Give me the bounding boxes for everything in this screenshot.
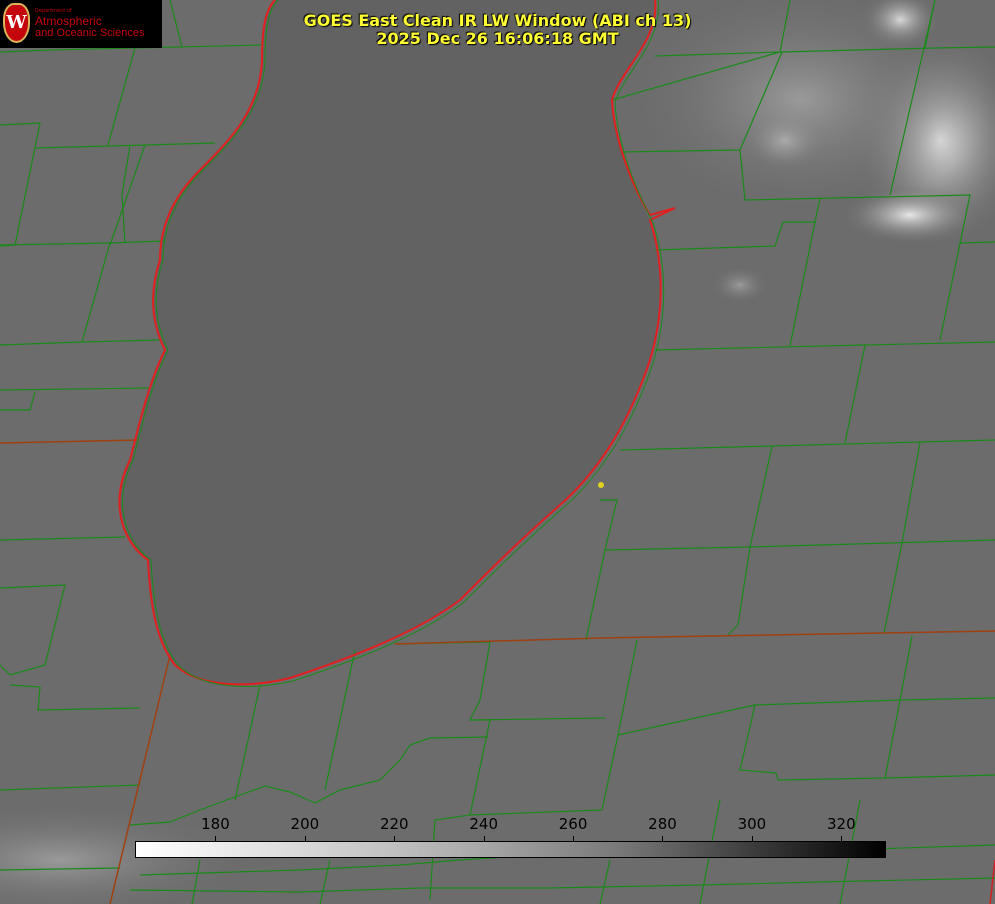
colorbar-tick-mark: [573, 836, 575, 841]
satellite-map: [0, 0, 995, 904]
colorbar-tick-label: 280: [648, 815, 677, 833]
colorbar-tick-label: 180: [201, 815, 230, 833]
image-title: GOES East Clean IR LW Window (ABI ch 13): [303, 11, 692, 30]
colorbar-tick-label: 320: [826, 815, 856, 833]
colorbar-tick-mark: [751, 836, 753, 841]
colorbar-tick-label: 220: [379, 815, 409, 833]
colorbar-tick-mark: [662, 836, 664, 841]
colorbar-tick-mark: [394, 836, 396, 841]
location-marker: [598, 482, 604, 488]
colorbar-tick-mark: [215, 836, 217, 841]
image-timestamp: 2025 Dec 26 16:06:18 GMT: [376, 29, 619, 48]
colorbar: [135, 841, 886, 858]
colorbar-tick-mark: [304, 836, 306, 841]
colorbar-tick-mark: [483, 836, 485, 841]
colorbar-tick-label: 200: [290, 815, 320, 833]
colorbar-tick-label: 240: [469, 815, 498, 833]
colorbar-tick-label: 300: [737, 815, 767, 833]
colorbar-tick-label: 260: [558, 815, 588, 833]
colorbar-tick-mark: [841, 836, 843, 841]
